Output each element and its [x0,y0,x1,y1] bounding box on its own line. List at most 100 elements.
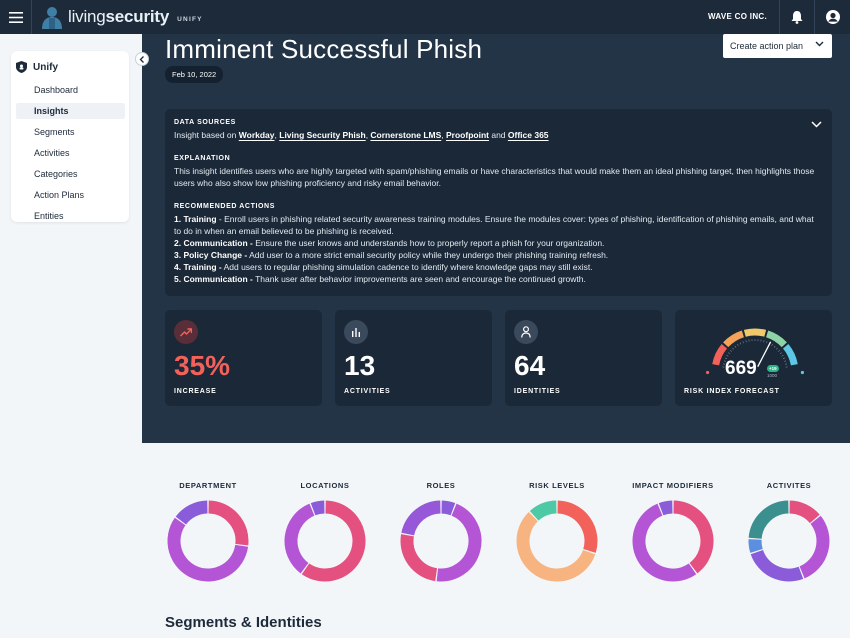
donut-chart-locations[interactable]: LOCATIONS [275,481,375,590]
donut-ring [400,500,482,582]
donut-slice[interactable] [167,517,249,582]
source-link[interactable]: Living Security Phish [279,130,365,140]
donut-slice[interactable] [750,549,804,582]
brand-product-label: UNIFY [177,15,203,23]
donut-slice[interactable] [441,500,456,516]
donut-slice[interactable] [529,500,557,521]
sidebar-item-activities[interactable]: Activities [16,145,125,161]
donut-title: LOCATIONS [300,481,350,490]
sidebar-collapse-button[interactable] [135,52,149,66]
create-action-plan-button[interactable]: Create action plan [723,34,832,58]
donut-slice[interactable] [799,515,830,579]
risk-change-badge: +19 [767,365,779,372]
donut-chart-roles[interactable]: ROLES [391,481,491,590]
donut-chart-risk-levels[interactable]: RISK LEVELS [507,481,607,590]
breakdown-section: DEPARTMENT LOCATIONS ROLES RISK LEVELS IMPAC… [142,443,850,638]
increase-value: 35% [174,350,231,381]
donut-slice[interactable] [748,539,763,553]
gauge-end-dot [800,370,805,375]
sidebar-item-insights[interactable]: Insights [16,103,125,119]
sidebar-section-unify[interactable]: Unify [11,57,129,77]
segments-identities-heading: Segments & Identities [165,614,322,631]
activities-label: ACTIVITIES [344,388,391,395]
activities-value: 13 [344,350,376,381]
chevron-down-icon[interactable] [811,121,822,128]
donut-chart-impact-modifiers[interactable]: IMPACT MODIFIERS [623,481,723,590]
chevron-down-icon [815,41,824,47]
gauge-tick [745,340,747,343]
brand-name: livingsecurity [68,7,170,26]
bell-icon [791,11,802,24]
sidebar-item-categories[interactable]: Categories [16,166,125,182]
gauge-tick [732,347,734,350]
increase-label: INCREASE [174,388,217,395]
recommended-actions-heading: RECOMMENDED ACTIONS [174,203,275,210]
donut-slice[interactable] [400,534,438,582]
gauge-tick [773,345,776,348]
recommended-action-item: 2. Communication - Ensure the user knows… [174,238,605,248]
donut-title: DEPARTMENT [179,481,237,490]
donut-chart-activites[interactable]: ACTIVITES [739,481,839,590]
gauge-tick [779,352,782,355]
donut-slice[interactable] [789,500,820,524]
donut-title: RISK LEVELS [529,481,585,490]
hamburger-menu-button[interactable] [0,0,32,34]
source-link[interactable]: Workday [239,130,275,140]
explanation-heading: EXPLANATION [174,155,231,162]
gauge-tick [728,352,731,355]
donut-slice[interactable] [310,500,325,516]
date-badge: Feb 10, 2022 [165,66,224,83]
insight-header-section: Imminent Successful Phish Feb 10, 2022 C… [142,34,850,443]
organization-name[interactable]: WAVE CO INC. [708,12,767,21]
donut-chart-department[interactable]: DEPARTMENT [158,481,258,590]
recommended-action-item: 3. Policy Change - Add user to a more st… [174,250,609,260]
donut-slice[interactable] [401,500,441,536]
source-link[interactable]: Proofpoint [446,130,489,140]
donut-ring [632,500,714,582]
source-link[interactable]: Cornerstone LMS [370,130,441,140]
notifications-button[interactable] [779,0,813,34]
identities-value: 64 [514,350,546,381]
gauge-needle [757,341,772,367]
gauge-segment [743,328,767,337]
gauge-tick [781,354,784,357]
gauge-tick [763,340,765,343]
brand-logo-link[interactable]: livingsecurity UNIFY [40,0,203,34]
risk-max-value: 1000 [767,373,778,378]
gauge-tick [730,349,732,352]
donut-ring [748,500,830,582]
donut-slice[interactable] [673,500,714,574]
risk-index-value: 669 [725,358,757,379]
donut-slice[interactable] [436,503,482,582]
gauge-tick [766,341,768,344]
sidebar-nav-card: Unify Dashboard Insights Segments Activi… [11,51,129,222]
donut-slice[interactable] [748,500,789,540]
increase-stat-card: 35% INCREASE [165,310,322,406]
user-avatar-icon [825,10,840,24]
trending-up-icon [174,320,198,344]
donut-ring [167,500,249,582]
gauge-tick [782,357,785,360]
user-menu-button[interactable] [814,0,850,34]
gauge-tick [726,354,729,357]
sidebar-item-action-plans[interactable]: Action Plans [16,187,125,203]
source-link[interactable]: Office 365 [508,130,549,140]
risk-index-label: RISK INDEX FORECAST [684,388,780,395]
sidebar-item-segments[interactable]: Segments [16,124,125,140]
donut-slice[interactable] [208,500,249,546]
sidebar-item-entities[interactable]: Entities [16,208,125,224]
donut-slice[interactable] [301,500,366,582]
donut-slice[interactable] [557,500,598,553]
donut-slice[interactable] [516,511,596,582]
donut-slice[interactable] [658,500,673,516]
risk-index-card: 669 +19 1000 RISK INDEX FORECAST [675,310,832,406]
gauge-tick [742,341,744,344]
gauge-tick [776,347,778,350]
person-icon [514,320,538,344]
donut-slice[interactable] [284,503,315,574]
sidebar-item-dashboard[interactable]: Dashboard [16,82,125,98]
gauge-tick [737,343,739,346]
donut-slice[interactable] [632,503,697,582]
hamburger-icon [8,11,23,23]
donut-slice[interactable] [175,500,208,525]
